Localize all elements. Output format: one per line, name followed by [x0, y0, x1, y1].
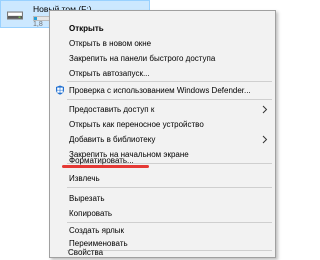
menu-item-open-new-window[interactable]: Открыть в новом окне: [69, 38, 151, 49]
menu-item-give-access[interactable]: Предоставить доступ к: [69, 104, 154, 115]
menu-item-open-portable[interactable]: Открыть как переносное устройство: [69, 119, 204, 130]
menu-separator: [67, 187, 272, 188]
menu-item-eject[interactable]: Извлечь: [69, 173, 100, 184]
menu-separator: [67, 99, 272, 100]
chevron-right-icon: [262, 105, 268, 114]
menu-separator: [67, 81, 272, 82]
menu-item-add-to-library[interactable]: Добавить в библиотеку: [69, 134, 155, 145]
menu-item-pin-quick-access[interactable]: Закрепить на панели быстрого доступа: [69, 53, 215, 64]
menu-item-open[interactable]: Открыть: [69, 23, 104, 34]
menu-item-copy[interactable]: Копировать: [69, 208, 112, 219]
menu-item-defender-scan[interactable]: Проверка с использованием Windows Defend…: [69, 85, 251, 96]
menu-item-cut[interactable]: Вырезать: [69, 193, 105, 204]
chevron-right-icon: [262, 135, 268, 144]
drive-free-text: 1,8: [33, 21, 43, 28]
menu-item-properties[interactable]: Свойства: [68, 247, 103, 258]
drive-usage-fill: [34, 17, 38, 20]
format-highlight-underline: [62, 165, 149, 168]
windows-defender-shield-icon: [56, 85, 64, 95]
menu-item-create-shortcut[interactable]: Создать ярлык: [69, 225, 124, 236]
hard-drive-icon: [7, 11, 23, 20]
context-menu: Открыть Открыть в новом окне Закрепить н…: [49, 10, 276, 258]
menu-separator: [67, 222, 272, 223]
menu-item-autoplay[interactable]: Открыть автозапуск...: [69, 68, 150, 79]
